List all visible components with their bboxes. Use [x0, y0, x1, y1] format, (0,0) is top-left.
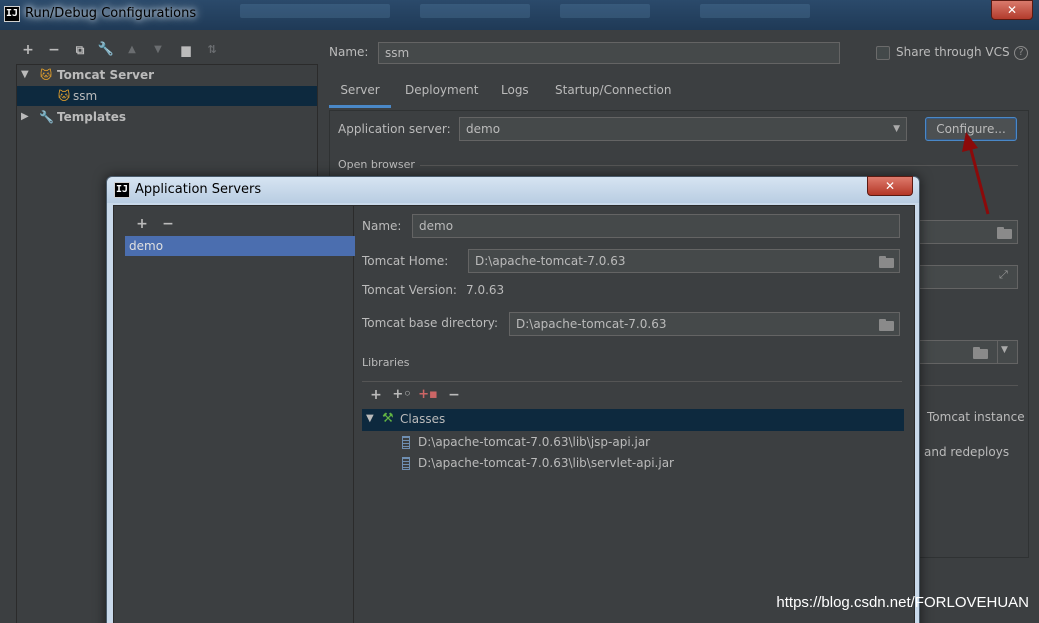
open-browser-section: Open browser — [338, 158, 415, 171]
tab-server[interactable]: Server — [329, 76, 391, 108]
tomcat-home-field[interactable]: D:\apache-tomcat-7.0.63 — [468, 249, 900, 273]
hammer-icon: ⚒ — [382, 411, 394, 426]
add-root-icon[interactable]: +◦ — [392, 385, 412, 405]
tomcat-config-icon: 🐱 — [57, 89, 71, 103]
dialog-title: Application Servers — [135, 182, 262, 197]
classes-label: Classes — [400, 412, 446, 426]
redeploys-text: and redeploys — [924, 445, 1010, 459]
folder-icon[interactable] — [879, 256, 895, 268]
application-servers-dialog: IJ Application Servers ✕ + − demo Name: … — [106, 176, 920, 623]
tab-deployment[interactable]: Deployment — [405, 76, 478, 108]
section-divider — [362, 381, 902, 382]
wrench-icon: 🔧 — [39, 110, 54, 124]
expand-arrow-icon[interactable]: ▼ — [21, 65, 31, 85]
list-item[interactable]: D:\apache-tomcat-7.0.63\lib\servlet-api.… — [400, 454, 800, 474]
tab-logs[interactable]: Logs — [501, 76, 529, 108]
tomcat-home-value: D:\apache-tomcat-7.0.63 — [475, 254, 626, 268]
section-divider — [920, 385, 1018, 386]
share-vcs-checkbox[interactable] — [876, 46, 890, 60]
tree-group-label: Tomcat Server — [57, 68, 155, 82]
collapse-arrow-icon[interactable]: ▶ — [21, 107, 31, 127]
watermark-text: https://blog.csdn.net/FORLOVEHUAN — [776, 594, 1029, 611]
chevron-down-icon[interactable]: ▼ — [893, 118, 900, 140]
tree-item-label: ssm — [73, 89, 98, 103]
add-icon[interactable]: + — [366, 385, 386, 405]
app-server-combo[interactable]: demo ▼ — [459, 117, 907, 141]
tomcat-base-dir-value: D:\apache-tomcat-7.0.63 — [516, 317, 667, 331]
background-tab-decoration — [240, 4, 390, 18]
move-up-icon[interactable]: ▲ — [122, 40, 142, 60]
tree-item-ssm[interactable]: 🐱 ssm — [17, 86, 317, 106]
dialog-titlebar: IJ Application Servers ✕ — [107, 176, 919, 203]
background-tab-decoration — [420, 4, 530, 18]
tab-startup-connection[interactable]: Startup/Connection — [555, 76, 671, 108]
name-field[interactable]: ssm — [378, 42, 840, 64]
intellij-app-icon: IJ — [114, 182, 130, 198]
folder-icon[interactable] — [997, 227, 1013, 239]
move-down-icon[interactable]: ▼ — [148, 40, 168, 60]
tomcat-version-value: 7.0.63 — [466, 283, 505, 297]
window-title: Run/Debug Configurations — [25, 6, 197, 21]
section-divider — [420, 165, 1018, 166]
sort-icon[interactable]: ⇅ — [202, 40, 222, 60]
background-tab-decoration — [560, 4, 650, 18]
close-icon[interactable]: ✕ — [991, 0, 1033, 20]
list-item[interactable]: demo — [125, 236, 355, 256]
jar-path: D:\apache-tomcat-7.0.63\lib\jsp-api.jar — [418, 435, 651, 449]
folder-add-icon[interactable]: ▆ — [176, 40, 196, 60]
jar-icon — [402, 457, 410, 470]
copy-icon[interactable]: ⧉ — [70, 40, 90, 60]
app-server-value: demo — [466, 122, 501, 136]
dialog-body: + − demo Name: demo Tomcat Home: D:\apac… — [113, 205, 915, 623]
combo-divider — [997, 341, 998, 363]
tomcat-base-dir-field[interactable]: D:\apache-tomcat-7.0.63 — [509, 312, 900, 336]
server-list — [120, 206, 354, 623]
help-icon[interactable]: ? — [1014, 46, 1028, 60]
jar-path: D:\apache-tomcat-7.0.63\lib\servlet-api.… — [418, 456, 674, 470]
annotation-arrow-icon — [962, 132, 990, 215]
add-jar-icon[interactable]: +▪ — [418, 385, 438, 405]
expand-icon[interactable]: ⤢ — [999, 268, 1008, 282]
name-label: Name: — [329, 45, 369, 59]
expand-arrow-icon[interactable]: ▼ — [366, 413, 376, 424]
classes-tree-node[interactable]: ▼ ⚒ Classes — [362, 409, 904, 431]
intellij-app-icon: IJ — [4, 6, 20, 22]
add-icon[interactable]: + — [18, 40, 38, 60]
remove-icon[interactable]: − — [444, 385, 464, 405]
tree-group-label: Templates — [57, 110, 127, 124]
libraries-section: Libraries — [362, 356, 410, 369]
tomcat-home-label: Tomcat Home: — [362, 254, 449, 268]
server-name-field[interactable]: demo — [412, 214, 900, 238]
background-tab-decoration — [700, 4, 810, 18]
remove-icon[interactable]: − — [44, 40, 64, 60]
folder-icon[interactable] — [973, 347, 989, 359]
tomcat-icon: 🐱 — [39, 68, 53, 82]
deploy-tomcat-instance-text: Tomcat instance — [927, 410, 1025, 424]
close-icon[interactable]: ✕ — [867, 176, 913, 196]
folder-icon[interactable] — [879, 319, 895, 331]
jar-icon — [402, 436, 410, 449]
tree-group-tomcat-server[interactable]: ▼ 🐱 Tomcat Server — [17, 65, 317, 85]
wrench-icon[interactable]: 🔧 — [96, 40, 116, 60]
app-server-label: Application server: — [338, 122, 451, 136]
list-item[interactable]: D:\apache-tomcat-7.0.63\lib\jsp-api.jar — [400, 433, 800, 453]
window-titlebar: IJ Run/Debug Configurations ✕ — [0, 0, 1039, 30]
server-name-label: Name: — [362, 219, 402, 233]
tomcat-version-label: Tomcat Version: — [362, 283, 457, 297]
share-vcs-label: Share through VCS — [896, 45, 1010, 59]
tree-group-templates[interactable]: ▶ 🔧 Templates — [17, 107, 317, 127]
chevron-down-icon[interactable]: ▼ — [1001, 345, 1008, 355]
tomcat-base-dir-label: Tomcat base directory: — [362, 316, 499, 330]
